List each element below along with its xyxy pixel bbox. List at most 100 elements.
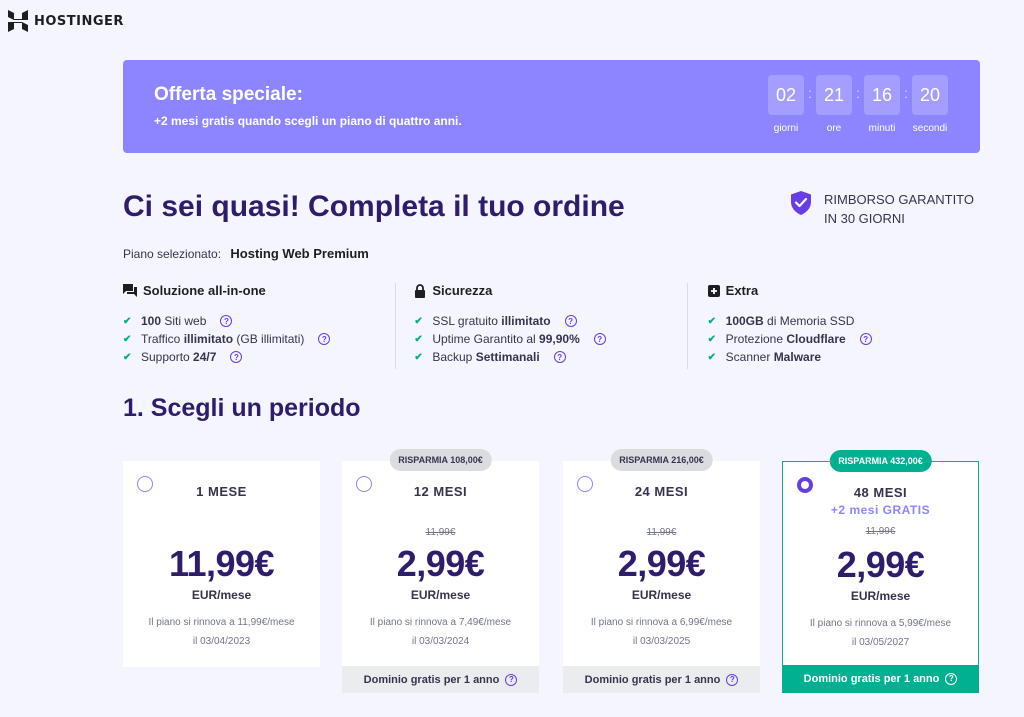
chat-icon bbox=[123, 284, 137, 297]
help-icon[interactable]: ? bbox=[945, 672, 958, 685]
countdown-hours: 21 ore bbox=[815, 75, 853, 134]
help-icon[interactable]: ? bbox=[318, 333, 331, 345]
lock-icon bbox=[415, 283, 426, 298]
plan-price-unit: EUR/mese bbox=[410, 588, 471, 602]
feature-heading-text: Sicurezza bbox=[432, 283, 493, 298]
countdown-label: giorni bbox=[773, 123, 799, 134]
help-icon[interactable]: ? bbox=[553, 351, 566, 363]
feature-text: Traffico illimitato (GB illimitati) bbox=[141, 332, 305, 346]
countdown-separator: : bbox=[808, 85, 812, 101]
plan-renewal-info: Il piano si rinnova a 11,99€/mese il 03/… bbox=[148, 617, 295, 647]
free-domain-note: Dominio gratis per 1 anno? bbox=[563, 666, 760, 693]
check-icon: ✔ bbox=[123, 333, 132, 345]
plan-period: 1 MESE bbox=[196, 484, 247, 499]
plan-period: 12 MESI bbox=[413, 484, 468, 499]
plan-price: 2,99€ bbox=[617, 543, 706, 584]
feature-text: Scanner Malware bbox=[725, 350, 822, 364]
plan-card-1-month[interactable]: 1 MESE 11,99€ EUR/mese Il piano si rinno… bbox=[123, 461, 320, 667]
feature-heading-text: Soluzione all-in-one bbox=[143, 283, 266, 298]
money-back-guarantee: RIMBORSO GARANTITO IN 30 GIORNI bbox=[790, 190, 974, 228]
countdown-separator: : bbox=[904, 85, 908, 101]
feature-item: ✔ 100GB di Memoria SSD bbox=[708, 312, 970, 330]
plan-period: 48 MESI bbox=[853, 485, 908, 500]
feature-item: ✔ Backup Settimanali? bbox=[414, 348, 676, 366]
selected-plan: Piano selezionato: Hosting Web Premium bbox=[123, 246, 369, 261]
plan-renewal-info: Il piano si rinnova a 5,99€/mese il 03/0… bbox=[809, 618, 952, 648]
countdown-value: 16 bbox=[864, 75, 900, 115]
countdown-value: 21 bbox=[816, 75, 852, 115]
plan-price-unit: EUR/mese bbox=[631, 588, 692, 602]
help-icon[interactable]: ? bbox=[230, 351, 243, 363]
page-title: Ci sei quasi! Completa il tuo ordine bbox=[123, 190, 625, 223]
promo-title: Offerta speciale: bbox=[154, 84, 303, 105]
feature-item: ✔ Supporto 24/7? bbox=[123, 348, 385, 366]
check-icon: ✔ bbox=[707, 351, 717, 363]
feature-column-security: Sicurezza ✔ SSL gratuito illimitato? ✔ Upt… bbox=[395, 283, 686, 369]
feature-column-all-in-one: Soluzione all-in-one ✔ 100 Siti web? ✔ Tra… bbox=[123, 283, 395, 369]
help-icon[interactable]: ? bbox=[593, 333, 606, 345]
feature-heading: Extra bbox=[707, 283, 970, 298]
countdown-value: 20 bbox=[912, 75, 948, 115]
plan-price: 2,99€ bbox=[396, 543, 485, 584]
plan-renewal-info: Il piano si rinnova a 6,99€/mese il 03/0… bbox=[590, 617, 733, 647]
feature-item: ✔ Uptime Garantito al 99,90%? bbox=[414, 330, 676, 348]
guarantee-line1: RIMBORSO GARANTITO bbox=[824, 192, 974, 207]
selected-plan-label: Piano selezionato: bbox=[123, 247, 222, 261]
check-icon: ✔ bbox=[123, 351, 132, 363]
promo-subtitle: +2 mesi gratis quando scegli un piano di… bbox=[154, 114, 462, 128]
check-icon: ✔ bbox=[414, 315, 423, 327]
feature-text: 100GB di Memoria SSD bbox=[725, 314, 855, 328]
plan-old-price: 11,99€ bbox=[865, 526, 896, 537]
free-domain-note: Dominio gratis per 1 anno? bbox=[783, 665, 978, 692]
check-icon: ✔ bbox=[414, 351, 423, 363]
period-section-title: 1. Scegli un periodo bbox=[123, 394, 361, 422]
feature-item: ✔ Protezione Cloudflare? bbox=[708, 330, 970, 348]
check-icon: ✔ bbox=[123, 315, 132, 327]
plan-price-unit: EUR/mese bbox=[191, 588, 252, 602]
help-icon[interactable]: ? bbox=[859, 333, 872, 345]
logo-text: HOSTINGER bbox=[34, 13, 124, 29]
feature-column-extra: Extra ✔ 100GB di Memoria SSD ✔ Protezione … bbox=[686, 283, 980, 369]
countdown-days: 02 giorni bbox=[767, 75, 805, 134]
plan-card-24-months[interactable]: RISPARMIA 216,00€ 24 MESI 11,99€ 2,99€ E… bbox=[563, 449, 760, 693]
guarantee-line2: IN 30 GIORNI bbox=[824, 211, 905, 226]
feature-heading-text: Extra bbox=[725, 283, 759, 298]
feature-text: SSL gratuito illimitato bbox=[432, 314, 551, 328]
countdown-label: ore bbox=[826, 123, 842, 134]
selected-plan-name: Hosting Web Premium bbox=[230, 246, 369, 261]
help-icon[interactable]: ? bbox=[505, 673, 518, 686]
feature-item: ✔ SSL gratuito illimitato? bbox=[414, 312, 676, 330]
help-icon[interactable]: ? bbox=[220, 315, 233, 327]
countdown-label: secondi bbox=[912, 123, 948, 134]
hostinger-logo[interactable]: HOSTINGER bbox=[8, 10, 124, 32]
shield-check-icon bbox=[791, 191, 811, 215]
help-icon[interactable]: ? bbox=[726, 673, 739, 686]
countdown-separator: : bbox=[856, 85, 860, 101]
plan-price: 11,99€ bbox=[168, 543, 275, 584]
countdown-minutes: 16 minuti bbox=[863, 75, 901, 134]
help-icon[interactable]: ? bbox=[564, 315, 577, 327]
feature-text: Uptime Garantito al 99,90% bbox=[432, 332, 580, 346]
plan-old-price: 11,99€ bbox=[425, 527, 456, 538]
feature-item: ✔ 100 Siti web? bbox=[123, 312, 385, 330]
special-offer-banner: Offerta speciale: +2 mesi gratis quando … bbox=[123, 60, 980, 153]
plan-price: 2,99€ bbox=[836, 544, 925, 585]
check-icon: ✔ bbox=[707, 333, 717, 345]
plus-box-icon bbox=[707, 284, 720, 297]
hostinger-logo-icon bbox=[8, 10, 28, 32]
feature-item: ✔ Scanner Malware bbox=[708, 348, 970, 366]
check-icon: ✔ bbox=[707, 315, 717, 327]
plan-price-unit: EUR/mese bbox=[850, 589, 911, 603]
countdown-seconds: 20 secondi bbox=[911, 75, 949, 134]
free-domain-note: Dominio gratis per 1 anno? bbox=[342, 666, 539, 693]
plan-card-48-months[interactable]: RISPARMIA 432,00€ 48 MESI +2 mesi GRATIS… bbox=[782, 450, 979, 693]
countdown-value: 02 bbox=[768, 75, 804, 115]
check-icon: ✔ bbox=[414, 333, 423, 345]
feature-item: ✔ Traffico illimitato (GB illimitati)? bbox=[123, 330, 385, 348]
savings-badge: RISPARMIA 216,00€ bbox=[610, 449, 713, 471]
plan-bonus: +2 mesi GRATIS bbox=[830, 503, 931, 517]
guarantee-text: RIMBORSO GARANTITO IN 30 GIORNI bbox=[824, 190, 974, 228]
savings-badge: RISPARMIA 432,00€ bbox=[829, 450, 932, 472]
feature-text: Backup Settimanali bbox=[432, 350, 540, 364]
plan-card-12-months[interactable]: RISPARMIA 108,00€ 12 MESI 11,99€ 2,99€ E… bbox=[342, 449, 539, 693]
